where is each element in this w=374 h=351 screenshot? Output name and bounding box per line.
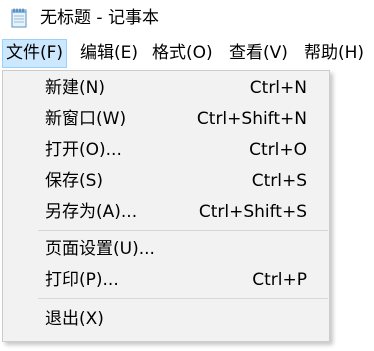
menu-item-save[interactable]: 保存(S) Ctrl+S [3,167,329,195]
menu-item-exit[interactable]: 退出(X) [3,305,329,333]
menu-item-page-setup[interactable]: 页面设置(U)... [3,235,329,263]
file-menu-dropdown: 新建(N) Ctrl+N 新窗口(W) Ctrl+Shift+N 打开(O)..… [2,70,330,342]
title-bar: 无标题 - 记事本 [0,0,374,38]
menu-separator [38,298,328,299]
menu-item-save-as[interactable]: 另存为(A)... Ctrl+Shift+S [3,198,329,226]
menu-item-new[interactable]: 新建(N) Ctrl+N [3,74,329,102]
menu-format[interactable]: 格式(O) [148,39,217,68]
menu-item-label: 打印(P)... [45,270,119,290]
menu-help[interactable]: 帮助(H) [300,39,368,68]
window-title: 无标题 - 记事本 [40,8,159,28]
menu-item-open[interactable]: 打开(O)... Ctrl+O [3,136,329,164]
menu-separator [38,230,328,231]
menu-view[interactable]: 查看(V) [225,39,292,68]
menu-item-label: 新建(N) [45,78,105,98]
menu-item-label: 另存为(A)... [45,202,138,222]
menu-item-print[interactable]: 打印(P)... Ctrl+P [3,266,329,294]
menu-edit[interactable]: 编辑(E) [76,39,142,68]
menu-item-shortcut: Ctrl+N [249,78,307,98]
menu-item-label: 页面设置(U)... [45,239,155,259]
menu-item-shortcut: Ctrl+S [251,171,307,191]
menu-item-shortcut: Ctrl+O [249,140,307,160]
menu-item-label: 新窗口(W) [45,109,127,129]
menu-item-label: 退出(X) [45,309,104,329]
menu-item-label: 打开(O)... [45,140,122,160]
menu-item-label: 保存(S) [45,171,104,191]
menu-item-new-window[interactable]: 新窗口(W) Ctrl+Shift+N [3,105,329,133]
menu-bar: 文件(F) 编辑(E) 格式(O) 查看(V) 帮助(H) [0,38,374,70]
notepad-icon [11,8,27,28]
menu-item-shortcut: Ctrl+Shift+S [198,202,307,222]
menu-item-shortcut: Ctrl+P [252,270,307,290]
menu-file[interactable]: 文件(F) [2,39,68,68]
menu-item-shortcut: Ctrl+Shift+N [196,109,307,129]
